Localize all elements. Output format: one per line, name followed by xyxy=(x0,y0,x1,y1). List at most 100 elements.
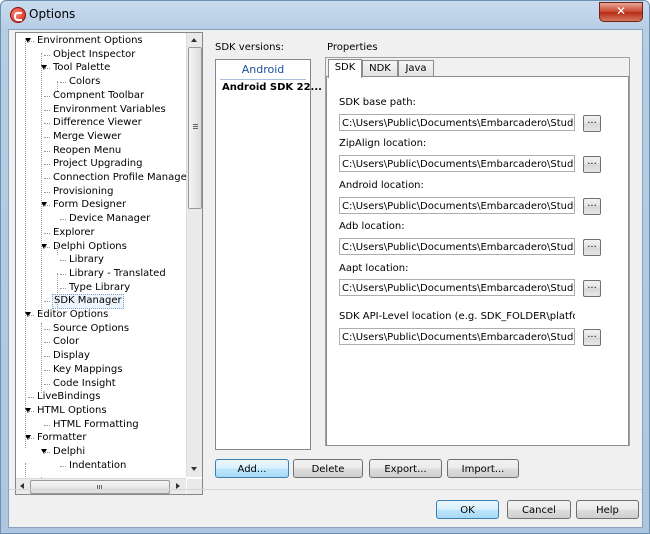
grip-icon xyxy=(193,126,198,127)
android-location-label: Android location: xyxy=(339,180,424,191)
tree-item[interactable]: HTML Options xyxy=(36,404,108,417)
help-button[interactable]: Help xyxy=(576,500,639,519)
tree-item[interactable]: Formatter xyxy=(36,431,87,444)
tree-item[interactable]: Merge Viewer xyxy=(52,130,122,143)
tree-item[interactable]: HTML Formatting xyxy=(52,418,140,431)
tree-guide-line xyxy=(41,323,42,393)
tab-sdk[interactable]: SDK xyxy=(328,59,362,78)
tree-vertical-scrollbar[interactable] xyxy=(186,33,202,477)
cancel-button[interactable]: Cancel xyxy=(507,500,571,519)
tree-item[interactable]: LiveBindings xyxy=(36,390,101,403)
tree-item[interactable]: Environment Options xyxy=(36,34,144,47)
android-location-input[interactable]: C:\Users\Public\Documents\Embarcadero\St… xyxy=(339,197,575,214)
add-button[interactable]: Add... xyxy=(215,459,289,478)
tree-horizontal-scrollbar[interactable] xyxy=(16,478,186,494)
sdk-api-level-location-input[interactable]: C:\Users\Public\Documents\Embarcadero\St… xyxy=(339,328,575,345)
aapt-browse-button[interactable]: ... xyxy=(583,280,601,297)
title-bar[interactable]: Options ✕ xyxy=(1,1,649,29)
tree-item[interactable]: Device Manager xyxy=(68,212,151,225)
tree-item[interactable]: Delphi xyxy=(52,445,86,458)
scroll-down-icon[interactable] xyxy=(191,467,197,471)
scroll-up-icon[interactable] xyxy=(191,38,197,42)
tree-connector xyxy=(44,109,50,111)
tree-item[interactable]: Key Mappings xyxy=(52,363,123,376)
sdk-tab-page: SDK base path: C:\Users\Public\Documents… xyxy=(326,76,629,446)
zipalign-location-input[interactable]: C:\Users\Public\Documents\Embarcadero\St… xyxy=(339,155,575,172)
ok-button[interactable]: OK xyxy=(436,500,499,519)
tab-ndk[interactable]: NDK xyxy=(362,60,398,77)
import-button[interactable]: Import... xyxy=(447,459,519,478)
tree-connector xyxy=(60,82,66,84)
tree-connector xyxy=(44,95,50,97)
tree-connector xyxy=(44,424,50,426)
app-icon xyxy=(10,7,26,23)
tree-connector xyxy=(44,369,50,371)
export-button[interactable]: Export... xyxy=(369,459,442,478)
tree-connector xyxy=(60,260,66,262)
tree-connector xyxy=(44,356,50,358)
tab-java[interactable]: Java xyxy=(398,60,434,77)
sdk-list-item[interactable]: Android SDK 22... xyxy=(222,82,322,93)
footer-divider xyxy=(9,489,642,490)
tree-item[interactable]: Color xyxy=(52,335,80,348)
tree-item[interactable]: Form Designer xyxy=(52,198,127,211)
tree-items: Environment Options Object Inspector Tool … xyxy=(16,33,191,489)
tree-connector xyxy=(28,438,34,440)
tree-connector xyxy=(44,232,50,234)
tree-item[interactable]: Editor Options xyxy=(36,308,109,321)
tree-vertical-scroll-thumb[interactable] xyxy=(188,47,202,209)
dialog-client-area: Environment Options Object Inspector Tool … xyxy=(8,29,643,528)
tree-item[interactable]: Compnent Toolbar xyxy=(52,89,145,102)
zipalign-location-label: ZipAlign location: xyxy=(339,138,427,149)
tree-item[interactable]: Connection Profile Manager xyxy=(52,171,192,184)
grip-icon xyxy=(193,128,198,129)
tree-item[interactable]: Environment Variables xyxy=(52,103,167,116)
sdk-base-path-browse-button[interactable]: ... xyxy=(583,115,601,132)
adb-location-input[interactable]: C:\Users\Public\Documents\Embarcadero\St… xyxy=(339,238,575,255)
tree-connector xyxy=(44,150,50,152)
close-button[interactable]: ✕ xyxy=(599,2,643,22)
adb-location-label: Adb location: xyxy=(339,221,405,232)
sdk-group-header: Android xyxy=(241,63,285,76)
sdk-base-path-input[interactable]: C:\Users\Public\Documents\Embarcadero\St… xyxy=(339,114,575,131)
tree-item[interactable]: Project Upgrading xyxy=(52,157,143,170)
tree-item[interactable]: Library - Translated xyxy=(68,267,167,280)
tree-item[interactable]: Provisioning xyxy=(52,185,114,198)
tree-connector xyxy=(60,287,66,289)
android-browse-button[interactable]: ... xyxy=(583,198,601,215)
tree-item[interactable]: Display xyxy=(52,349,91,362)
tree-guide-line xyxy=(57,81,58,91)
aapt-location-input[interactable]: C:\Users\Public\Documents\Embarcadero\St… xyxy=(339,279,575,296)
delete-button[interactable]: Delete xyxy=(293,459,363,478)
tree-item[interactable]: Source Options xyxy=(52,322,130,335)
tree-item[interactable]: Tool Palette xyxy=(52,61,111,74)
tree-item[interactable]: Library xyxy=(68,253,105,266)
tree-item[interactable]: Delphi Options xyxy=(52,240,128,253)
tree-connector xyxy=(44,123,50,125)
adb-browse-button[interactable]: ... xyxy=(583,239,601,256)
tree-connector xyxy=(44,301,50,303)
sdk-api-level-browse-button[interactable]: ... xyxy=(583,329,601,346)
tree-item[interactable]: Explorer xyxy=(52,226,96,239)
tree-item[interactable]: Reopen Menu xyxy=(52,144,122,157)
tree-connector xyxy=(60,273,66,275)
tree-item[interactable]: Type Library xyxy=(68,281,131,294)
properties-label: Properties xyxy=(327,42,378,53)
tree-item[interactable]: Object Inspector xyxy=(52,48,136,61)
tree-guide-line xyxy=(57,273,58,313)
tree-connector xyxy=(28,410,34,412)
tree-connector xyxy=(44,205,50,207)
tree-connector xyxy=(60,465,66,467)
grip-icon xyxy=(193,124,198,125)
tree-horizontal-scroll-thumb[interactable] xyxy=(30,480,170,494)
aapt-location-label: Aapt location: xyxy=(339,263,409,274)
tree-item[interactable]: Code Insight xyxy=(52,377,117,390)
sdk-versions-list[interactable]: Android Android SDK 22... xyxy=(215,59,322,450)
close-icon: ✕ xyxy=(615,4,627,18)
tree-item[interactable]: Indentation xyxy=(68,459,127,472)
options-tree[interactable]: Environment Options Object Inspector Tool … xyxy=(15,32,203,495)
zipalign-browse-button[interactable]: ... xyxy=(583,156,601,173)
tree-item[interactable]: Colors xyxy=(68,75,101,88)
tree-item[interactable]: Difference Viewer xyxy=(52,116,143,129)
tree-connector xyxy=(60,219,66,221)
